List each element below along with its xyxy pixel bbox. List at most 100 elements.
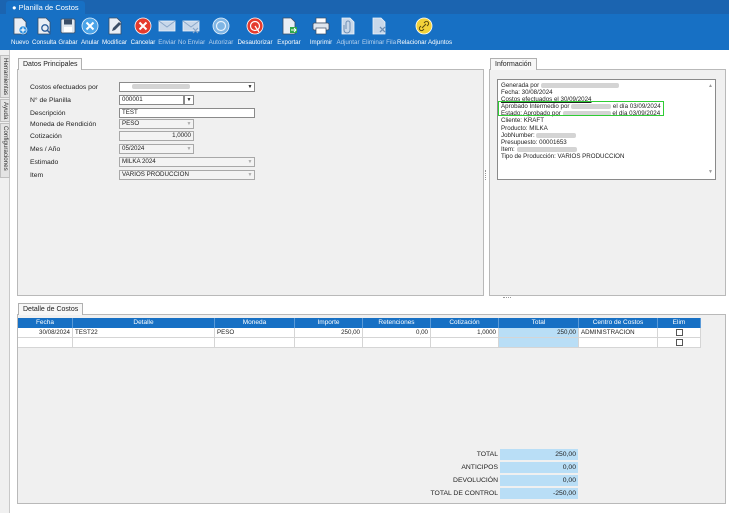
table-cell[interactable] xyxy=(363,338,431,348)
table-cell[interactable] xyxy=(431,338,499,348)
modificar-button[interactable]: Modificar xyxy=(101,17,128,49)
table-cell[interactable]: 0,00 xyxy=(363,328,431,338)
consulta-button[interactable]: Consulta xyxy=(32,17,56,49)
column-header[interactable]: Total xyxy=(499,318,579,328)
column-header[interactable]: Fecha xyxy=(18,318,73,328)
window-tab[interactable]: ● Planilla de Costos xyxy=(6,1,85,14)
send-envelope-icon xyxy=(158,20,176,32)
devolucion-label: DEVOLUCIÓN xyxy=(453,477,498,484)
exportar-button[interactable]: Exportar xyxy=(275,17,303,49)
planilla-dropdown-button[interactable]: ▼ xyxy=(184,95,194,105)
highlight-approval-box xyxy=(498,101,664,116)
item-select[interactable]: VARIOS PRODUCCION ▼ xyxy=(119,170,255,180)
moneda-value: PESO xyxy=(122,120,140,127)
table-cell xyxy=(658,338,701,348)
tab-configuraciones[interactable]: Configuraciones xyxy=(0,123,10,178)
total-label: TOTAL xyxy=(476,451,498,458)
info-textbox[interactable]: Generada por Fecha: 30/08/2024 Costos ef… xyxy=(497,79,716,180)
planilla-input[interactable]: 000001 xyxy=(119,95,184,105)
tab-marker-icon: ● xyxy=(12,3,19,12)
relacionar-adjuntos-button[interactable]: Relacionar Adjuntos xyxy=(397,17,452,49)
mes-select[interactable]: 05/2024 ▼ xyxy=(119,144,194,154)
cancelar-button[interactable]: Cancelar xyxy=(130,17,156,49)
export-icon xyxy=(282,17,297,35)
table-cell[interactable] xyxy=(73,338,215,348)
chevron-down-icon: ▼ xyxy=(247,172,253,178)
delete-checkbox[interactable] xyxy=(675,328,683,336)
chevron-down-icon: ▼ xyxy=(186,121,192,127)
scroll-down-icon[interactable]: ▼ xyxy=(708,169,713,176)
imprimir-button[interactable]: Imprimir xyxy=(308,17,334,49)
side-tabs: Herramientas Ayuda Configuraciones xyxy=(0,50,10,513)
cancel-x-icon xyxy=(81,17,99,35)
column-header[interactable]: Detalle xyxy=(73,318,215,328)
total-control-value: -250,00 xyxy=(500,488,578,499)
edit-document-icon xyxy=(108,17,121,35)
devolucion-value: 0,00 xyxy=(500,475,578,486)
no-enviar-button[interactable]: No Enviar xyxy=(178,17,205,49)
costos-label: Costos efectuados por xyxy=(30,84,99,91)
estimado-select[interactable]: MILKA 2024 ▼ xyxy=(119,157,255,167)
table-cell[interactable]: 30/08/2024 xyxy=(18,328,73,338)
table-cell[interactable] xyxy=(215,338,295,348)
table-cell[interactable] xyxy=(295,338,363,348)
column-header[interactable]: Centro de Costos xyxy=(579,318,658,328)
info-line: Item: xyxy=(501,146,712,153)
info-line: Producto: MILKA xyxy=(501,124,548,132)
table-cell[interactable]: 250,00 xyxy=(295,328,363,338)
costos-select[interactable]: ▼ xyxy=(119,82,255,92)
column-header[interactable]: Moneda xyxy=(215,318,295,328)
attach-icon xyxy=(341,17,355,35)
table-cell[interactable] xyxy=(18,338,73,348)
window-title: Planilla de Costos xyxy=(18,3,79,12)
cotizacion-input[interactable]: 1,0000 xyxy=(119,131,194,141)
info-line: Generada por xyxy=(501,82,712,89)
estimado-value: MILKA 2024 xyxy=(122,158,156,165)
table-cell[interactable]: ADMINISTRACION xyxy=(579,328,658,338)
delete-row-icon xyxy=(372,17,386,35)
splitter-handle[interactable] xyxy=(485,170,487,180)
table-cell[interactable] xyxy=(499,338,579,348)
anular-button[interactable]: Anular xyxy=(80,17,100,49)
adjuntar-button[interactable]: Adjuntar xyxy=(336,17,360,49)
descripcion-input[interactable]: TEST xyxy=(119,108,255,118)
chevron-down-icon: ▼ xyxy=(247,159,253,165)
moneda-select[interactable]: PESO ▼ xyxy=(119,119,194,129)
grabar-button[interactable]: Grabar xyxy=(57,17,79,49)
printer-icon xyxy=(312,17,330,35)
desautorizar-button[interactable]: Desautorizar xyxy=(237,17,273,49)
table-cell[interactable]: 250,00 xyxy=(499,328,579,338)
tab-herramientas[interactable]: Herramientas xyxy=(0,55,10,98)
tab-informacion[interactable]: Información xyxy=(490,58,537,70)
column-header[interactable]: Importe xyxy=(295,318,363,328)
table-cell[interactable]: 1,0000 xyxy=(431,328,499,338)
authorize-icon xyxy=(212,17,230,35)
mes-label: Mes / Año xyxy=(30,146,61,153)
column-header[interactable]: Retenciones xyxy=(363,318,431,328)
red-x-circle-icon xyxy=(134,17,152,35)
table-cell[interactable]: TEST22 xyxy=(73,328,215,338)
new-button[interactable]: Nuevo xyxy=(9,17,31,49)
info-line: Fecha: 30/08/2024 xyxy=(501,89,553,97)
info-line: JobNumber: xyxy=(501,132,712,139)
redacted-text xyxy=(536,132,577,138)
item-label: Item xyxy=(30,172,44,179)
title-bar: ● Planilla de Costos xyxy=(0,0,729,14)
tab-detalle-costos[interactable]: Detalle de Costos xyxy=(18,303,84,315)
tab-ayuda[interactable]: Ayuda xyxy=(0,99,10,122)
table-cell xyxy=(658,328,701,338)
autorizar-button[interactable]: Autorizar xyxy=(206,17,236,49)
redacted-text xyxy=(540,82,619,88)
eliminar-fila-button[interactable]: Eliminar Fila xyxy=(362,17,396,49)
table-cell[interactable] xyxy=(579,338,658,348)
delete-checkbox[interactable] xyxy=(675,338,683,346)
table-cell[interactable]: PESO xyxy=(215,328,295,338)
splitter-handle[interactable] xyxy=(503,297,511,299)
cotizacion-label: Cotización xyxy=(30,133,62,140)
enviar-button[interactable]: Enviar xyxy=(157,17,177,49)
tab-datos-principales[interactable]: Datos Principales xyxy=(18,58,83,70)
column-header[interactable]: Elim xyxy=(658,318,701,328)
anticipos-label: ANTICIPOS xyxy=(461,464,498,471)
column-header[interactable]: Cotización xyxy=(431,318,499,328)
scroll-up-icon[interactable]: ▲ xyxy=(708,83,713,90)
